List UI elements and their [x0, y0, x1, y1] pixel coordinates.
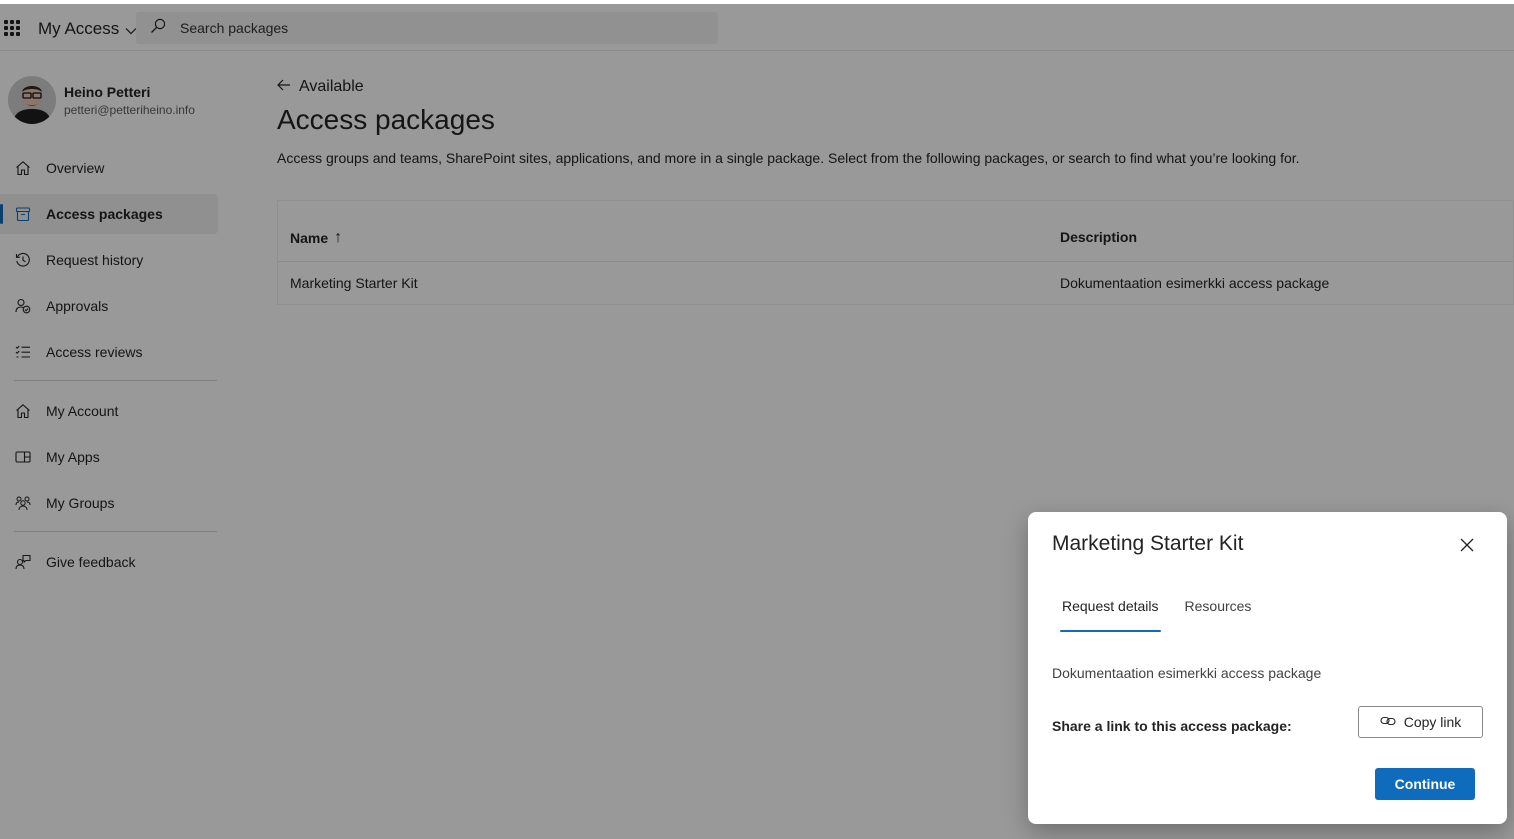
tab-resources[interactable]: Resources [1175, 592, 1262, 632]
app-root: My Access Search packages Heino Petteri … [0, 4, 1514, 839]
continue-button[interactable]: Continue [1375, 768, 1475, 800]
tab-request-details[interactable]: Request details [1052, 592, 1169, 632]
copy-link-label: Copy link [1403, 714, 1462, 730]
copy-link-button[interactable]: Copy link [1358, 706, 1483, 738]
dialog-title: Marketing Starter Kit [1052, 532, 1244, 555]
link-icon [1380, 714, 1396, 730]
dialog-tabs: Request details Resources [1052, 592, 1267, 632]
share-link-label: Share a link to this access package: [1052, 718, 1292, 734]
dialog-description: Dokumentaation esimerkki access package [1052, 665, 1322, 681]
package-details-dialog: Marketing Starter Kit Request details Re… [1028, 512, 1507, 824]
close-icon[interactable] [1458, 536, 1476, 554]
